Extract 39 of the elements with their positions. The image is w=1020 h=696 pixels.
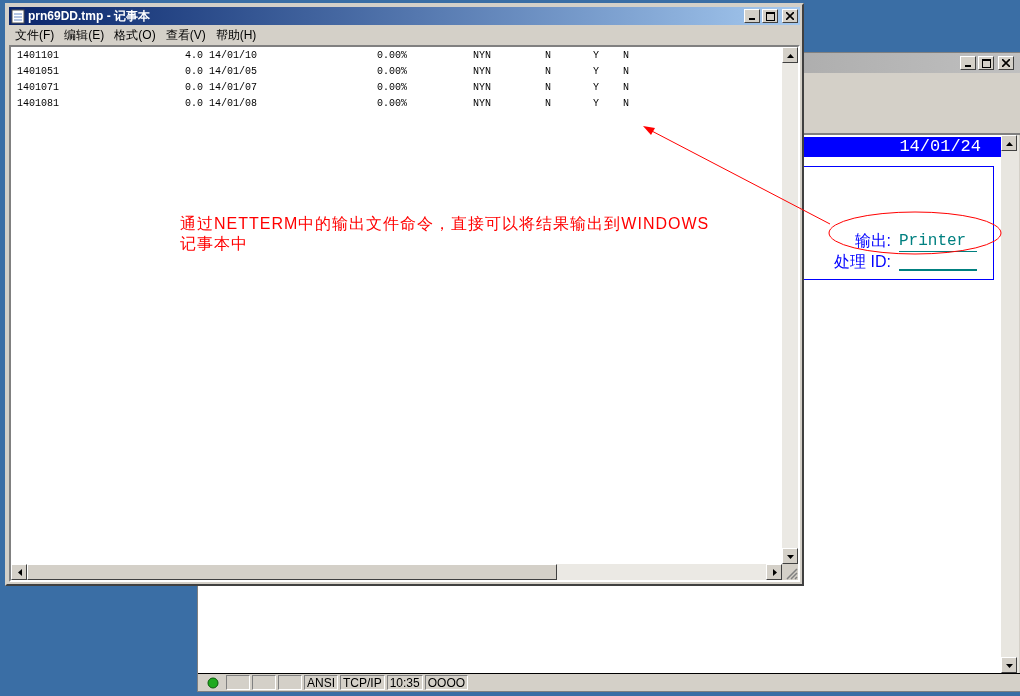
- status-cell: 10:35: [386, 675, 423, 690]
- output-field[interactable]: Printer: [899, 231, 977, 252]
- text-line: 1401081 0.0 14/01/08 0.00% NYN N Y N: [17, 97, 630, 111]
- maximize-button[interactable]: [978, 56, 994, 70]
- horizontal-scrollbar[interactable]: [11, 564, 782, 580]
- minimize-button[interactable]: [960, 56, 976, 70]
- menu-item[interactable]: 帮助(H): [215, 26, 257, 44]
- status-cell: TCP/IP: [340, 675, 385, 690]
- close-button[interactable]: [782, 9, 798, 23]
- status-cell: OOOO: [424, 675, 469, 690]
- vertical-scrollbar[interactable]: [782, 47, 798, 564]
- date-text: 14/01/24: [899, 137, 981, 157]
- maximize-button[interactable]: [762, 9, 778, 23]
- vertical-scrollbar[interactable]: [1001, 135, 1019, 673]
- status-light-icon: [207, 676, 219, 689]
- resize-grip-icon[interactable]: [786, 568, 798, 580]
- text-line: 1401071 0.0 14/01/07 0.00% NYN N Y N: [17, 81, 630, 95]
- output-label: 输出:: [854, 231, 891, 251]
- minimize-button[interactable]: [744, 9, 760, 23]
- arrow-icon: [15, 568, 23, 576]
- arrow-icon: [786, 51, 794, 59]
- menu-item[interactable]: 查看(V): [165, 26, 206, 44]
- notepad-icon: [11, 8, 25, 24]
- window-title: prn69DD.tmp - 记事本: [28, 8, 150, 25]
- maximize-icon: [981, 58, 991, 68]
- text-line: 1401051 0.0 14/01/05 0.00% NYN N Y N: [17, 65, 630, 79]
- close-icon: [786, 12, 794, 20]
- menu-item[interactable]: 编辑(E): [64, 26, 105, 44]
- maximize-icon: [765, 11, 775, 21]
- close-icon: [1002, 59, 1010, 67]
- close-button[interactable]: [998, 56, 1014, 70]
- arrow-icon: [1005, 139, 1013, 147]
- annotation-text: 通过NETTERM中的输出文件命令，直接可以将结果输出到WINDOWS记事本中: [180, 214, 711, 254]
- menu-item[interactable]: 格式(O): [114, 26, 156, 44]
- status-cell: ANSI: [304, 675, 338, 690]
- batch-id-label: 处理 ID:: [834, 252, 891, 272]
- text-line: 1401101 4.0 14/01/10 0.00% NYN N Y N: [17, 49, 630, 63]
- menu-item[interactable]: 文件(F): [15, 26, 55, 44]
- arrow-icon: [1005, 661, 1013, 669]
